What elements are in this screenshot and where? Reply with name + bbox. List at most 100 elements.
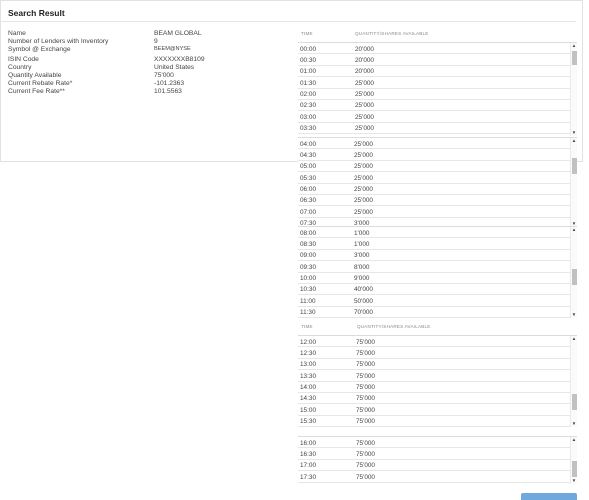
info-row: ISIN Code XXXXXXXB8109 — [8, 56, 298, 64]
grid-cell-quantity: 3'000 — [354, 252, 370, 260]
grid-cell-time: 12:30 — [300, 349, 316, 357]
grid-row: 09:30 8'000 — [298, 261, 570, 273]
vertical-scrollbar[interactable]: ▲ ▼ — [570, 336, 577, 427]
grid-cell-quantity: 25'000 — [354, 163, 373, 171]
scroll-down-arrow-icon[interactable]: ▼ — [571, 312, 577, 318]
grid-cell-time: 06:00 — [300, 186, 316, 194]
grid-row: 16:00 75'000 — [298, 437, 570, 449]
grid-cell-time: 15:30 — [300, 418, 316, 426]
grid-row: 01:00 20'000 — [298, 66, 570, 78]
info-value: -101.2363 — [154, 79, 185, 87]
grid-row: 00:30 20'000 — [298, 54, 570, 66]
grid-row: 03:30 25'000 — [298, 123, 570, 135]
scrollbar-thumb[interactable] — [572, 158, 577, 174]
grid-cell-quantity: 25'000 — [354, 197, 373, 205]
grid-cell-time: 17:30 — [300, 473, 316, 481]
grid-row: 06:00 25'000 — [298, 184, 570, 195]
grid-cell-time: 12:00 — [300, 338, 316, 346]
scrollbar-thumb[interactable] — [572, 394, 577, 410]
grid-row: 11:00 50'000 — [298, 295, 570, 307]
grid-cell-quantity: 75'000 — [356, 406, 375, 414]
grid-cell-quantity: 50'000 — [354, 297, 373, 305]
scroll-down-arrow-icon[interactable]: ▼ — [571, 478, 577, 484]
grid-cell-time: 11:30 — [300, 309, 316, 317]
grid-cell-quantity: 25'000 — [355, 102, 374, 110]
grid-cell-quantity: 25'000 — [355, 79, 374, 87]
grid-cell-time: 09:30 — [300, 263, 316, 271]
info-row: Quantity Available 75'000 — [8, 72, 298, 80]
time-grid-panel[interactable]: 08:00 1'000 08:30 1'000 09:00 3'000 09:30 8'000… — [298, 226, 577, 318]
grid-cell-quantity: 25'000 — [354, 174, 373, 182]
grid-row: 08:30 1'000 — [298, 238, 570, 250]
vertical-scrollbar[interactable]: ▲ ▼ — [570, 227, 577, 318]
column-header-time: TIME — [301, 31, 313, 36]
grid-cell-time: 02:30 — [300, 102, 316, 110]
time-grid-panel[interactable]: 12:00 75'000 12:30 75'000 13:00 75'000 13:30 75… — [298, 335, 577, 427]
grid-row: 02:30 25'000 — [298, 100, 570, 112]
grid-row: 04:30 25'000 — [298, 149, 570, 161]
grid-cell-quantity: 25'000 — [355, 113, 374, 121]
grid-cell-time: 01:30 — [300, 79, 316, 87]
scroll-down-arrow-icon[interactable]: ▼ — [571, 130, 577, 136]
vertical-scrollbar[interactable]: ▲ ▼ — [570, 138, 577, 227]
grid-cell-time: 11:00 — [300, 297, 316, 305]
grid-row: 04:00 25'000 — [298, 138, 570, 150]
column-header-time: TIME — [301, 324, 313, 329]
grid-row: 13:00 75'000 — [298, 359, 570, 371]
grid-cell-quantity: 70'000 — [354, 309, 373, 317]
grid-cell-time: 03:00 — [300, 113, 316, 121]
vertical-scrollbar[interactable]: ▲ ▼ — [570, 43, 577, 136]
grid-cell-quantity: 25'000 — [354, 151, 373, 159]
time-grid-panel[interactable]: 00:00 20'000 00:30 20'000 01:00 20'000 01:30 25… — [298, 42, 577, 136]
grid-cell-quantity: 75'000 — [356, 462, 375, 470]
grid-cell-time: 15:00 — [300, 406, 316, 414]
info-label: Current Fee Rate** — [8, 87, 65, 95]
info-value: 75'000 — [154, 71, 174, 79]
scroll-up-arrow-icon[interactable]: ▲ — [571, 437, 577, 443]
scroll-up-arrow-icon[interactable]: ▲ — [571, 336, 577, 342]
grid-row: 16:30 75'000 — [298, 448, 570, 460]
scroll-up-arrow-icon[interactable]: ▲ — [571, 138, 577, 144]
grid-cell-quantity: 25'000 — [354, 208, 373, 216]
grid-cell-time: 07:00 — [300, 208, 316, 216]
grid-cell-quantity: 25'000 — [354, 186, 373, 194]
scroll-down-arrow-icon[interactable]: ▼ — [571, 421, 577, 427]
grid-cell-quantity: 75'000 — [356, 384, 375, 392]
grid-cell-quantity: 75'000 — [356, 439, 375, 447]
info-row: Current Rebate Rate* -101.2363 — [8, 80, 298, 88]
grid-cell-time: 14:30 — [300, 395, 316, 403]
grid-row: 11:30 70'000 — [298, 307, 570, 318]
grid-cell-time: 00:30 — [300, 56, 316, 64]
scrollbar-thumb[interactable] — [572, 269, 577, 285]
grid-row: 00:00 20'000 — [298, 43, 570, 55]
grid-cell-time: 14:00 — [300, 384, 316, 392]
action-button[interactable] — [521, 493, 577, 500]
grid-row: 05:00 25'000 — [298, 161, 570, 173]
grid-cell-quantity: 1'000 — [354, 240, 370, 248]
info-value: BEAM GLOBAL — [154, 30, 202, 37]
scroll-up-arrow-icon[interactable]: ▲ — [571, 43, 577, 49]
info-value: 101.5563 — [154, 87, 182, 95]
grid-cell-quantity: 1'000 — [354, 229, 370, 237]
grid-cell-time: 02:00 — [300, 91, 316, 99]
scroll-up-arrow-icon[interactable]: ▲ — [571, 227, 577, 233]
vertical-scrollbar[interactable]: ▲ ▼ — [570, 437, 577, 484]
grid-row: 17:30 75'000 — [298, 471, 570, 483]
grid-cell-quantity: 75'000 — [356, 338, 375, 346]
time-grid-panel[interactable]: 04:00 25'000 04:30 25'000 05:00 25'000 05:30 25… — [298, 137, 577, 227]
info-value: United States — [154, 64, 195, 72]
grid-cell-quantity: 75'000 — [356, 395, 375, 403]
grid-row: 17:00 75'000 — [298, 460, 570, 472]
scrollbar-thumb[interactable] — [572, 51, 577, 65]
grid-cell-quantity: 25'000 — [355, 125, 374, 133]
info-label: Current Rebate Rate* — [8, 79, 73, 87]
grid-row: 12:30 75'000 — [298, 347, 570, 359]
info-label: Symbol @ Exchange — [8, 45, 71, 53]
grid-row: 07:00 25'000 — [298, 206, 570, 218]
scrollbar-thumb[interactable] — [572, 461, 577, 477]
info-row: Symbol @ Exchange BEEM@NYSE — [8, 46, 298, 54]
time-grid-panel[interactable]: 16:00 75'000 16:30 75'000 17:00 75'000 17:30 75… — [298, 436, 577, 484]
grid-cell-quantity: 75'000 — [356, 473, 375, 481]
info-label: Quantity Available — [8, 71, 62, 79]
grid-cell-quantity: 9'000 — [354, 275, 370, 283]
